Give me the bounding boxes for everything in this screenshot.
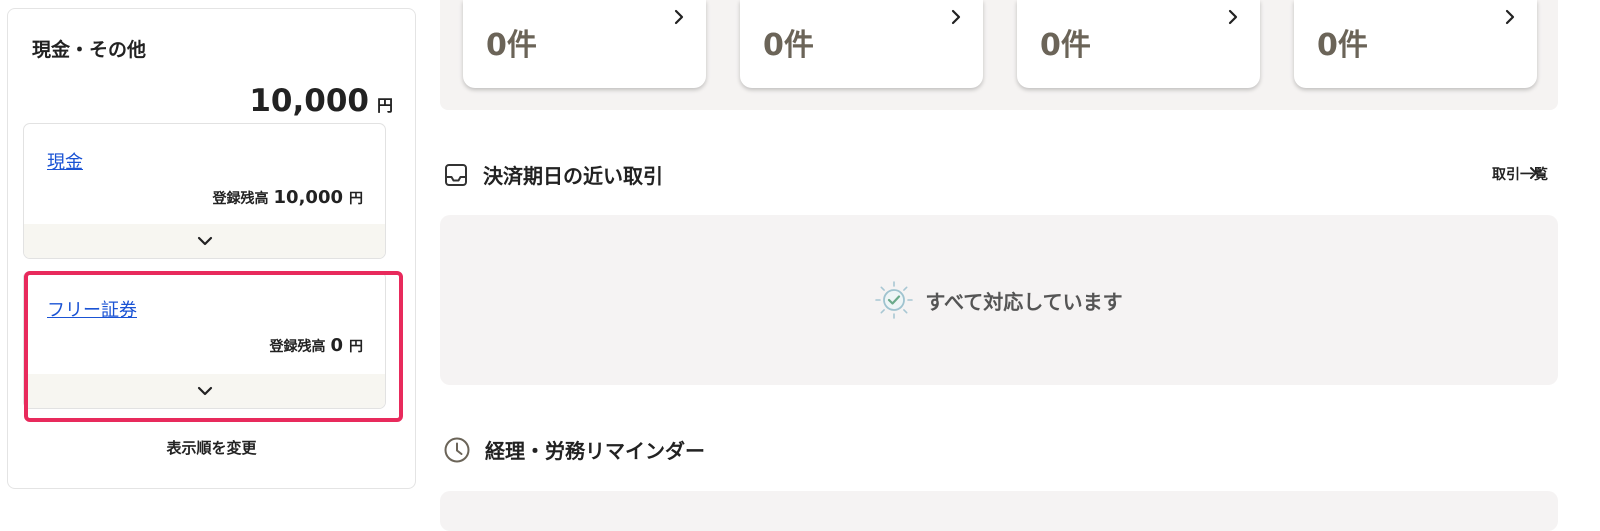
account-balance: 登録残高 10,000 円: [213, 187, 363, 208]
status-card[interactable]: 0件: [740, 0, 983, 88]
balance-label: 登録残高: [212, 191, 269, 207]
panel-total-unit: 円: [376, 96, 393, 115]
account-link-free-securities[interactable]: フリー証券: [47, 296, 137, 322]
status-card[interactable]: 0件: [1017, 0, 1260, 88]
status-count: 0件: [1040, 28, 1091, 63]
empty-message: すべて対応しています: [925, 289, 1123, 314]
balance-amount: 0: [330, 335, 343, 356]
chevron-down-icon: [197, 236, 212, 246]
balance-unit: 円: [349, 339, 363, 355]
inbox-icon: [445, 163, 467, 186]
panel-total: 10,000 円: [249, 83, 393, 119]
panel-total-amount: 10,000: [249, 83, 369, 119]
status-card[interactable]: 0件: [463, 0, 706, 88]
reminder-list: [440, 491, 1558, 531]
balance-unit: 円: [349, 191, 363, 207]
clock-icon: [444, 437, 470, 462]
panel-title: 現金・その他: [32, 39, 147, 61]
account-card-free-securities: フリー証券 登録残高 0 円: [23, 271, 386, 409]
chevron-right-icon: [1228, 9, 1238, 25]
section-title: 経理・労務リマインダー: [485, 439, 705, 463]
balance-amount: 10,000: [273, 187, 343, 208]
chevron-right-icon: [674, 9, 684, 25]
status-count: 0件: [1317, 28, 1368, 63]
chevron-right-icon: [951, 9, 961, 25]
balance-label: 登録残高: [269, 339, 326, 355]
chevron-right-icon: [1505, 9, 1515, 25]
chevron-down-icon: [197, 386, 212, 396]
reminder-header: 経理・労務リマインダー: [443, 435, 705, 464]
empty-state: すべて対応しています: [440, 215, 1558, 385]
status-card[interactable]: 0件: [1294, 0, 1537, 88]
status-count: 0件: [763, 28, 814, 63]
account-expand-button[interactable]: [24, 374, 385, 408]
check-circle-icon: [875, 281, 914, 319]
due-transactions-header: 決済期日の近い取引: [443, 160, 663, 189]
status-count: 0件: [486, 28, 537, 63]
account-link-cash[interactable]: 現金: [47, 148, 83, 174]
chevron-right-icon[interactable]: [1527, 164, 1541, 182]
account-expand-button[interactable]: [24, 224, 385, 258]
section-title: 決済期日の近い取引: [483, 164, 663, 188]
account-balance: 登録残高 0 円: [269, 335, 363, 356]
account-card-cash: 現金 登録残高 10,000 円: [23, 123, 386, 259]
reorder-button[interactable]: 表示順を変更: [7, 437, 416, 458]
